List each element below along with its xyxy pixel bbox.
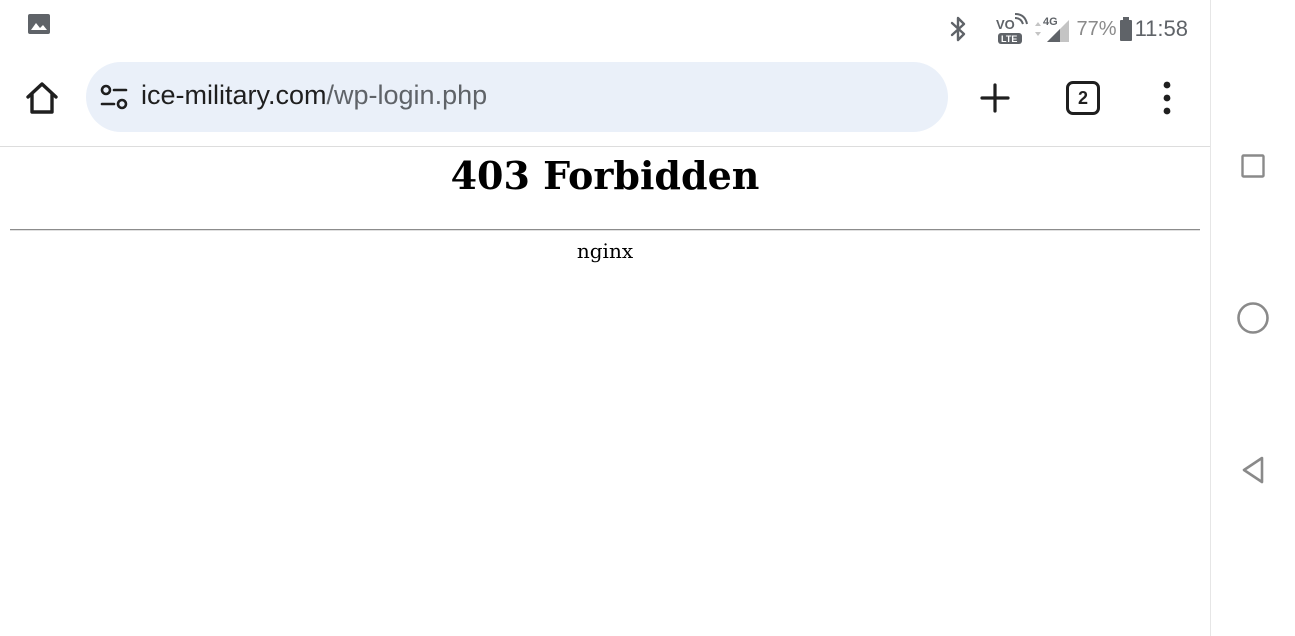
more-vert-icon[interactable] — [1154, 80, 1180, 116]
gallery-icon — [28, 14, 50, 34]
home-icon[interactable] — [22, 78, 62, 118]
tab-switcher-icon[interactable]: 2 — [1066, 81, 1100, 115]
network-type-text: 4G — [1043, 16, 1058, 28]
bluetooth-icon — [950, 16, 965, 42]
url-path: /wp-login.php — [326, 80, 488, 110]
site-settings-icon[interactable] — [98, 82, 130, 114]
android-screen: VO LTE 4G 77% 11:58 ice-military.com/wp-… — [0, 0, 1295, 636]
system-navigation-bar — [1210, 0, 1295, 636]
volte-icon: VO LTE — [996, 13, 1028, 44]
url-text[interactable]: ice-military.com/wp-login.php — [141, 80, 487, 111]
plus-icon[interactable] — [977, 80, 1013, 116]
page-title: 403 Forbidden — [450, 153, 760, 198]
status-icons: VO LTE 4G 77% 11:58 — [947, 9, 1188, 49]
signal-4g-icon: 4G — [1034, 16, 1069, 42]
volte-text: VO — [996, 17, 1015, 32]
clock-time: 11:58 — [1134, 16, 1188, 41]
divider — [10, 229, 1200, 231]
recents-icon[interactable] — [1241, 154, 1265, 178]
status-bar: VO LTE 4G 77% 11:58 — [0, 0, 1210, 56]
battery-icon — [1119, 17, 1132, 41]
browser-window: VO LTE 4G 77% 11:58 ice-military.com/wp-… — [0, 0, 1210, 636]
lte-text: LTE — [1001, 34, 1017, 44]
battery-percent: 77% — [1076, 17, 1117, 40]
url-host: ice-military.com — [141, 80, 327, 110]
page-content: 403 Forbidden nginx — [0, 147, 1210, 636]
home-circle-icon[interactable] — [1236, 301, 1270, 335]
server-signature: nginx — [576, 239, 634, 263]
address-bar[interactable]: ice-military.com/wp-login.php — [86, 62, 948, 132]
back-icon[interactable] — [1240, 455, 1266, 485]
browser-toolbar: ice-military.com/wp-login.php 2 — [0, 56, 1210, 147]
tab-count: 2 — [1077, 87, 1088, 108]
